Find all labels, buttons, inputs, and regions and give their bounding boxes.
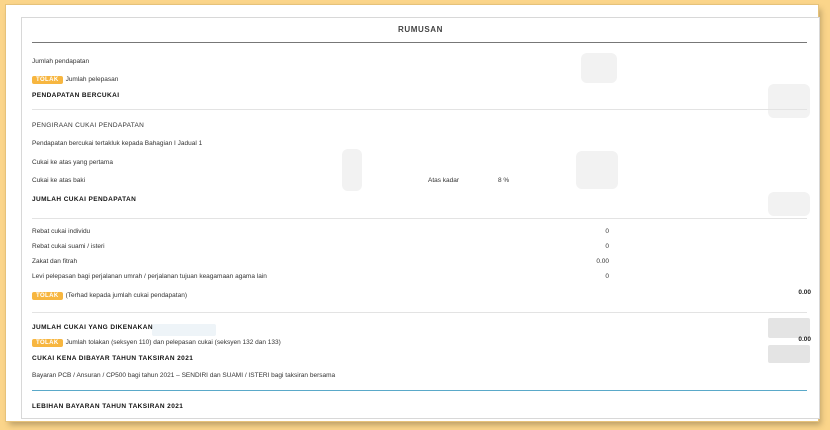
jumlah-cukai-heading: JUMLAH CUKAI PENDAPATAN xyxy=(32,196,137,203)
terhad-total: 0.00 xyxy=(798,289,811,296)
cukai-baki-label: Cukai ke atas baki xyxy=(32,177,86,184)
section-divider-accent xyxy=(32,390,807,391)
cukai-kena-dibayar-heading: CUKAI KENA DIBAYAR TAHUN TAKSIRAN 2021 xyxy=(32,355,194,362)
blurred-value-7 xyxy=(768,345,810,363)
levi-value: 0 xyxy=(605,273,609,280)
tolak-badge: TOLAK xyxy=(32,76,63,84)
rumusan-panel: RUMUSAN Jumlah pendapatan TOLAK Jumlah pe… xyxy=(21,17,820,419)
blurred-value-1 xyxy=(581,53,617,83)
tolak-badge: TOLAK xyxy=(32,339,63,347)
blurred-value-8 xyxy=(152,324,216,336)
rebat-suami-label: Rebat cukai suami / isteri xyxy=(32,243,105,250)
pendapatan-bercukai-heading: PENDAPATAN BERCUKAI xyxy=(32,92,120,99)
terhad-label: (Terhad kepada jumlah cukai pendapatan) xyxy=(65,292,187,299)
section-divider xyxy=(32,312,807,313)
pengiraan-heading: PENGIRAAN CUKAI PENDAPATAN xyxy=(32,122,145,129)
pendapatan-tertakluk-label: Pendapatan bercukai tertakluk kepada Bah… xyxy=(32,140,203,147)
page-title: RUMUSAN xyxy=(397,25,444,34)
levi-label: Levi pelepasan bagi perjalanan umrah / p… xyxy=(32,273,267,280)
blurred-value-2 xyxy=(768,84,810,118)
rebat-individu-label: Rebat cukai individu xyxy=(32,228,91,235)
jumlah-tolakan-label: Jumlah tolakan (seksyen 110) dan pelepas… xyxy=(65,339,281,346)
blurred-value-5 xyxy=(768,192,810,216)
zakat-label: Zakat dan fitrah xyxy=(32,258,78,265)
jumlah-pelepasan-label: Jumlah pelepasan xyxy=(65,76,119,83)
tolak-tolakan-row: TOLAK Jumlah tolakan (seksyen 110) dan pe… xyxy=(32,339,281,347)
blurred-value-3 xyxy=(342,149,362,191)
section-divider xyxy=(32,218,807,219)
tolak-terhad-row: TOLAK (Terhad kepada jumlah cukai pendapa… xyxy=(32,292,187,300)
bayaran-pcb-label: Bayaran PCB / Ansuran / CP500 bagi tahun… xyxy=(32,372,336,379)
rebat-suami-value: 0 xyxy=(605,243,609,250)
cukai-dikenakan-heading: JUMLAH CUKAI YANG DIKENAKAN xyxy=(32,324,153,331)
screenshot-frame: RUMUSAN Jumlah pendapatan TOLAK Jumlah pe… xyxy=(6,5,820,421)
tolak-pelepasan-row: TOLAK Jumlah pelepasan xyxy=(32,76,118,84)
tolak-badge: TOLAK xyxy=(32,292,63,300)
rebat-individu-value: 0 xyxy=(605,228,609,235)
atas-kadar-label: Atas kadar xyxy=(428,177,460,184)
blurred-value-6 xyxy=(768,318,810,338)
title-divider xyxy=(32,42,807,43)
tolakan-total: 0.00 xyxy=(798,336,811,343)
jumlah-pendapatan-label: Jumlah pendapatan xyxy=(32,58,90,65)
lebihan-heading: LEBIHAN BAYARAN TAHUN TAKSIRAN 2021 xyxy=(32,403,184,410)
blurred-value-4 xyxy=(576,151,618,189)
section-divider xyxy=(32,109,807,110)
kadar-value: 8 % xyxy=(498,177,510,184)
zakat-value: 0.00 xyxy=(596,258,609,265)
cukai-pertama-label: Cukai ke atas yang pertama xyxy=(32,159,113,166)
